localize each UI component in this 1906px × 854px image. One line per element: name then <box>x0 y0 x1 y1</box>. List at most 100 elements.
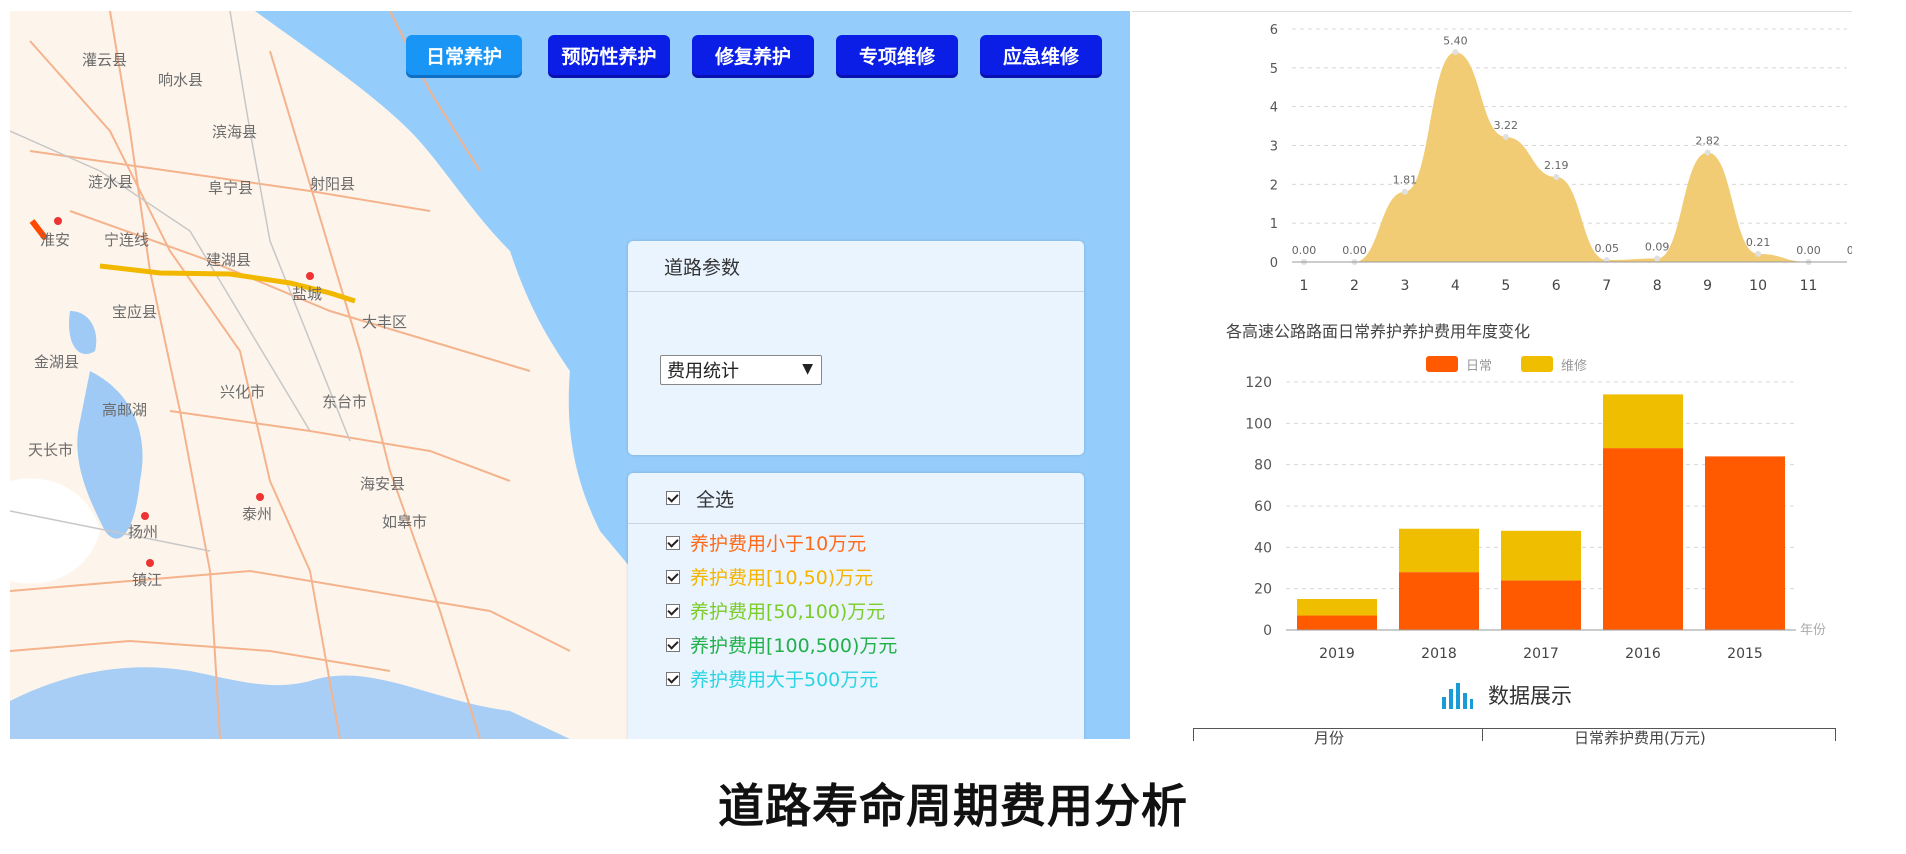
data-label: 2.82 <box>1695 134 1720 147</box>
place-label: 射阳县 <box>310 175 356 193</box>
place-label: 东台市 <box>322 393 368 411</box>
chevron-down-icon: ▼ <box>802 361 813 377</box>
cost-filter-item[interactable]: 养护费用[10,50)万元 <box>666 563 873 590</box>
y-tick-label: 40 <box>1254 540 1272 556</box>
cost-filter-checkbox[interactable] <box>666 603 680 618</box>
cost-filter-item[interactable]: 养护费用大于500万元 <box>666 665 878 692</box>
place-label: 阜宁县 <box>208 179 254 197</box>
data-label: 0.00 <box>1847 244 1852 257</box>
top-divider <box>1132 11 1852 12</box>
legend-swatch <box>1521 356 1553 372</box>
data-label: 0.00 <box>1342 244 1367 257</box>
select-all-label: 全选 <box>696 488 735 511</box>
cost-filter-checkbox[interactable] <box>666 569 680 584</box>
cost-filter-checkbox[interactable] <box>666 637 680 652</box>
place-label: 盐城 <box>292 285 323 303</box>
legend-label: 日常 <box>1466 359 1492 374</box>
legend-swatch <box>1426 356 1458 372</box>
x-tick-label: 5 <box>1501 278 1510 294</box>
x-tick-label: 2016 <box>1625 646 1661 662</box>
place-label: 宝应县 <box>112 303 158 321</box>
y-tick-label: 20 <box>1254 582 1272 598</box>
data-point <box>1755 250 1762 257</box>
x-tick-label: 8 <box>1653 278 1662 294</box>
y-tick-label: 6 <box>1270 23 1278 38</box>
bar <box>1297 599 1377 616</box>
cost-filter-item[interactable]: 养护费用[50,100)万元 <box>666 597 885 624</box>
cost-filter-checkbox[interactable] <box>666 535 680 550</box>
y-tick-label: 100 <box>1245 416 1272 432</box>
x-tick-label: 2018 <box>1421 646 1457 662</box>
data-point <box>1502 133 1509 140</box>
x-tick-label: 10 <box>1749 278 1767 294</box>
bar <box>1399 572 1479 630</box>
data-label: 0.00 <box>1292 244 1317 257</box>
place-label: 镇江 <box>132 571 163 589</box>
cost-filter-checkbox[interactable] <box>666 671 680 686</box>
y-tick-label: 4 <box>1270 101 1278 116</box>
legend-label: 维修 <box>1561 359 1587 374</box>
data-label: 0.00 <box>1796 244 1821 257</box>
x-tick-label: 1 <box>1300 278 1309 294</box>
cost-filter-item[interactable]: 养护费用小于10万元 <box>666 529 866 556</box>
place-label: 淮安 <box>40 231 71 249</box>
y-tick-label: 2 <box>1270 178 1278 193</box>
x-tick-label: 6 <box>1552 278 1561 294</box>
x-tick-label: 11 <box>1800 278 1818 294</box>
data-point <box>1452 49 1459 56</box>
bar <box>1603 394 1683 449</box>
cost-filter-label: 养护费用大于500万元 <box>690 669 879 691</box>
tab-daily-maintenance[interactable]: 日常养护 <box>406 35 522 75</box>
select-all-row[interactable]: 全选 <box>628 473 1084 524</box>
stat-type-select-value: 费用统计 <box>667 361 739 382</box>
y-tick-label: 5 <box>1270 62 1278 77</box>
bar <box>1297 615 1377 630</box>
cost-filter-item[interactable]: 养护费用[100,500)万元 <box>666 631 897 658</box>
place-label: 天长市 <box>28 441 74 459</box>
tab-special-repair[interactable]: 专项维修 <box>836 35 958 75</box>
x-tick-label: 3 <box>1400 278 1409 294</box>
road-params-panel: 道路参数 费用统计 ▼ <box>628 241 1084 455</box>
place-label: 泰州 <box>242 505 273 523</box>
place-label: 灌云县 <box>82 51 128 69</box>
data-label: 5.40 <box>1443 34 1468 47</box>
y-tick-label: 80 <box>1254 458 1272 474</box>
x-tick-label: 4 <box>1451 278 1460 294</box>
x-tick-label: 2019 <box>1319 646 1355 662</box>
tab-emergency-repair[interactable]: 应急维修 <box>980 35 1102 75</box>
page-caption: 道路寿命周期费用分析 <box>718 779 1188 833</box>
y-tick-label: 120 <box>1245 375 1272 391</box>
x-tick-label: 2015 <box>1727 646 1763 662</box>
data-label: 2.19 <box>1544 159 1569 172</box>
cost-filter-label: 养护费用[10,50)万元 <box>690 567 874 589</box>
annual-cost-bar-chart: 日常 维修 0 20 40 60 80 100 120 2019 2018 2017 2016 2015 年… <box>1245 356 1826 662</box>
bar <box>1399 528 1479 573</box>
place-label: 大丰区 <box>362 313 408 331</box>
data-display-title: 数据展示 <box>1488 684 1572 708</box>
map-view[interactable]: 灌云县 响水县 滨海县 涟水县 阜宁县 射阳县 建湖县 盐城 宝应县 金湖县 兴… <box>10 11 1130 739</box>
road-params-title: 道路参数 <box>628 241 1084 292</box>
cost-filter-label: 养护费用小于10万元 <box>690 533 867 555</box>
data-label: 0.05 <box>1594 242 1619 255</box>
select-all-checkbox[interactable] <box>666 491 680 505</box>
y-tick-label: 1 <box>1270 217 1278 232</box>
data-table: 月份 日常养护费用(万元) <box>1193 728 1836 747</box>
table-divider <box>1482 729 1483 741</box>
data-label: 0.21 <box>1746 236 1771 249</box>
data-display-header: 数据展示 <box>1440 680 1572 710</box>
stat-type-select[interactable]: 费用统计 ▼ <box>660 355 822 385</box>
cost-filter-panel: 全选 养护费用小于10万元 养护费用[10,50)万元 养护费用[50,100)… <box>628 473 1084 739</box>
tab-preventive-maintenance[interactable]: 预防性养护 <box>548 35 670 75</box>
y-tick-label: 60 <box>1254 499 1272 515</box>
bar <box>1501 530 1581 581</box>
data-point <box>1704 149 1711 156</box>
monthly-cost-area-chart: 0 1 2 3 4 5 6 0.00 0.00 1.81 5.40 3.22 2.19 0.05 0.09 2… <box>1270 23 1852 294</box>
bar <box>1705 456 1785 630</box>
place-label: 滨海县 <box>212 123 258 141</box>
place-label: 建湖县 <box>206 251 252 269</box>
bar-chart-title: 各高速公路路面日常养护养护费用年度变化 <box>1226 322 1531 341</box>
x-axis-label: 年份 <box>1800 623 1826 638</box>
place-label: 响水县 <box>158 71 204 89</box>
tab-repair-maintenance[interactable]: 修复养护 <box>692 35 814 75</box>
table-header-cost: 日常养护费用(万元) <box>1574 729 1706 747</box>
